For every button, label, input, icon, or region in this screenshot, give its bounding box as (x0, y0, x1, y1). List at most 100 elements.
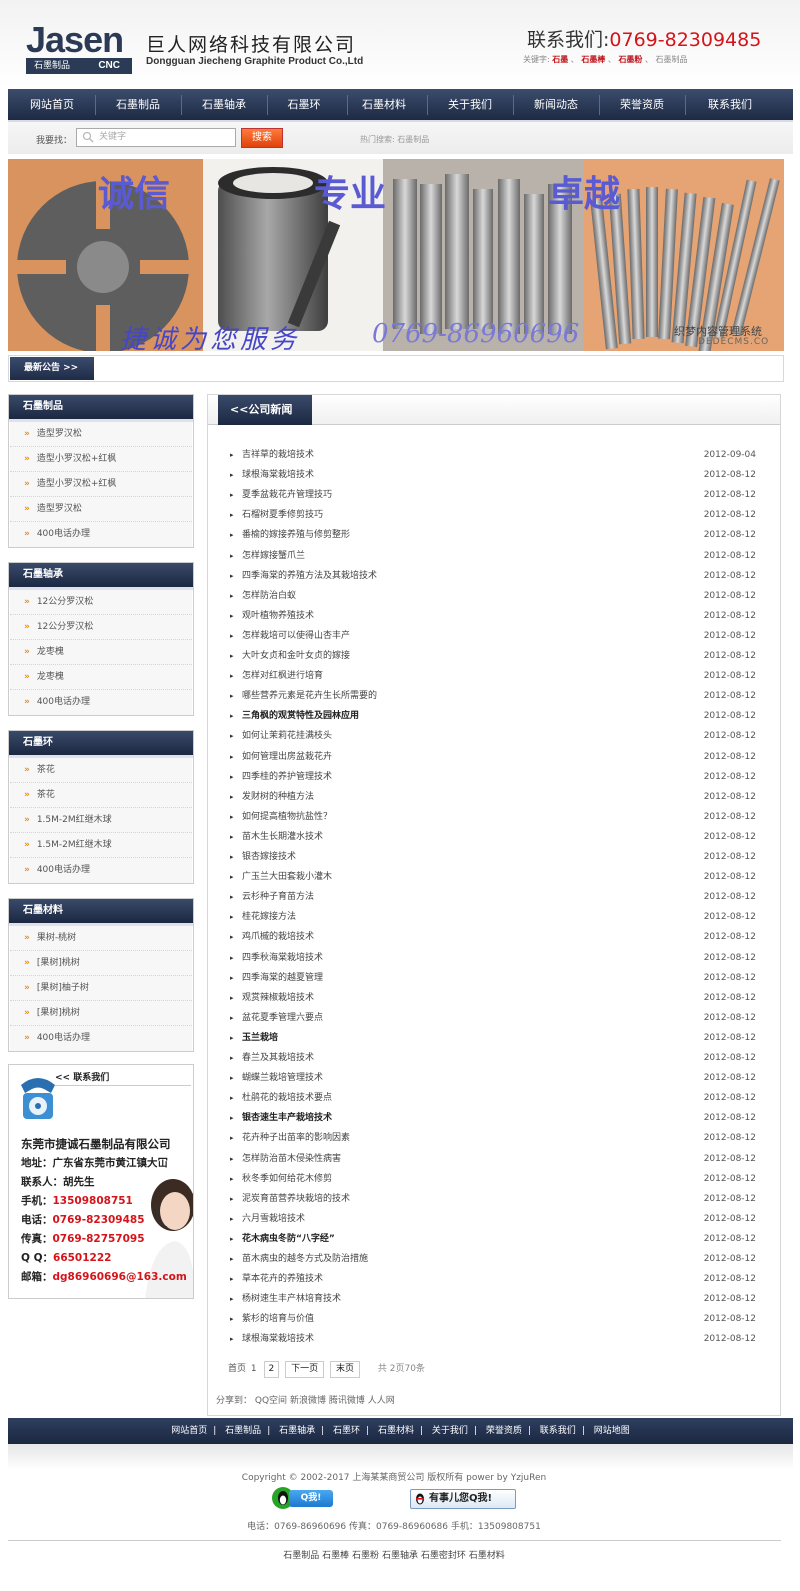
nav-graphite-materials[interactable]: 石墨材料 (348, 89, 420, 122)
nav-honors[interactable]: 荣誉资质 (606, 89, 678, 122)
news-row[interactable]: ▸ 花卉种子出苗率的影响因素 2012-08-12 (229, 1128, 756, 1148)
news-row[interactable]: ▸ 番榆的嫁接养殖与修剪整形 2012-08-12 (229, 525, 756, 545)
search-input[interactable]: 关键字 (76, 128, 236, 147)
news-row[interactable]: ▸ 杨树速生丰产林培育技术 2012-08-12 (229, 1289, 756, 1309)
news-title[interactable]: 怎样防治苗木侵染性病害 (242, 1149, 341, 1169)
news-row[interactable]: ▸ 花木病虫冬防“八字经” 2012-08-12 (229, 1229, 756, 1249)
sidebar-item[interactable]: » 1.5M-2M红继木球 (10, 808, 192, 833)
news-row[interactable]: ▸ 四季海棠的养殖方法及其栽培技术 2012-08-12 (229, 566, 756, 586)
nav-news[interactable]: 新闻动态 (520, 89, 592, 122)
news-title[interactable]: 盆花夏季管理六要点 (242, 1008, 323, 1028)
nav-graphite-bearings[interactable]: 石墨轴承 (188, 89, 260, 122)
news-title[interactable]: 怎样防治白蚁 (242, 586, 296, 606)
nav-home[interactable]: 网站首页 (16, 89, 88, 122)
news-row[interactable]: ▸ 广玉兰大田套栽小灌木 2012-08-12 (229, 867, 756, 887)
news-row[interactable]: ▸ 秋冬季如何给花木修剪 2012-08-12 (229, 1169, 756, 1189)
pager-page-2[interactable]: 2 (263, 1361, 280, 1378)
news-title[interactable]: 怎样嫁接蟹爪兰 (242, 546, 305, 566)
news-title[interactable]: 秋冬季如何给花木修剪 (242, 1169, 332, 1189)
keyword-link[interactable]: 石墨棒 (581, 55, 605, 64)
news-title[interactable]: 石榴树夏季修剪技巧 (242, 505, 323, 525)
news-row[interactable]: ▸ 桂花嫁接方法 2012-08-12 (229, 907, 756, 927)
news-title[interactable]: 苗木病虫的越冬方式及防治措施 (242, 1249, 368, 1269)
news-row[interactable]: ▸ 怎样防治白蚁 2012-08-12 (229, 586, 756, 606)
footer-link[interactable]: 石墨粉 (352, 1551, 379, 1561)
news-row[interactable]: ▸ 草本花卉的养殖技术 2012-08-12 (229, 1269, 756, 1289)
news-row[interactable]: ▸ 大叶女贞和金叶女贞的嫁接 2012-08-12 (229, 646, 756, 666)
footer-nav-contact[interactable]: 联系我们 (540, 1426, 576, 1436)
sidebar-box-title[interactable]: 石墨材料 (9, 899, 193, 926)
news-row[interactable]: ▸ 夏季盆栽花卉管理技巧 2012-08-12 (229, 485, 756, 505)
sidebar-item[interactable]: » 造型罗汉松 (10, 422, 192, 447)
news-title[interactable]: 观赏辣椒栽培技术 (242, 988, 314, 1008)
footer-nav-graphite-materials[interactable]: 石墨材料 (378, 1426, 414, 1436)
sidebar-box-title[interactable]: 石墨环 (9, 731, 193, 758)
share-qzone[interactable]: QQ空间 (255, 1396, 287, 1406)
share-sina-weibo[interactable]: 新浪微博 (290, 1396, 326, 1406)
sidebar-item[interactable]: » [果树]桃树 (10, 951, 192, 976)
nav-contact[interactable]: 联系我们 (694, 89, 766, 122)
news-title[interactable]: 哪些营养元素是花卉生长所需要的 (242, 686, 377, 706)
sidebar-item[interactable]: » 12公分罗汉松 (10, 590, 192, 615)
news-title[interactable]: 鸡爪槭的栽培技术 (242, 927, 314, 947)
banner[interactable]: 诚信 专业 卓越 捷诚为您服务 0769-86960696 织梦内容管理系统 D… (8, 159, 784, 351)
footer-nav-about[interactable]: 关于我们 (432, 1426, 468, 1436)
news-row[interactable]: ▸ 紫杉的培育与价值 2012-08-12 (229, 1309, 756, 1329)
share-tencent-weibo[interactable]: 腾讯微博 (329, 1396, 365, 1406)
sidebar-item[interactable]: » 400电话办理 (10, 690, 192, 715)
news-title[interactable]: 球根海棠栽培技术 (242, 1329, 314, 1349)
news-title[interactable]: 观叶植物养殖技术 (242, 606, 314, 626)
qq-chat-button[interactable]: Q我! (271, 1486, 333, 1510)
sidebar-item[interactable]: » 造型小罗汉松+红枫 (10, 447, 192, 472)
news-title[interactable]: 四季秋海棠栽培技术 (242, 948, 323, 968)
sidebar-box-title[interactable]: 石墨轴承 (9, 563, 193, 590)
footer-nav-home[interactable]: 网站首页 (171, 1426, 207, 1436)
news-title[interactable]: 杨树速生丰产林培育技术 (242, 1289, 341, 1309)
news-title[interactable]: 蝴蝶兰栽培管理技术 (242, 1068, 323, 1088)
news-title[interactable]: 玉兰栽培 (242, 1028, 278, 1048)
news-title[interactable]: 如何管理出房盆栽花卉 (242, 747, 332, 767)
notice-label[interactable]: 最新公告 >> (10, 357, 94, 380)
news-row[interactable]: ▸ 怎样对红枫进行培育 2012-08-12 (229, 666, 756, 686)
footer-nav-honors[interactable]: 荣誉资质 (486, 1426, 522, 1436)
news-title[interactable]: 广玉兰大田套栽小灌木 (242, 867, 332, 887)
search-button[interactable]: 搜索 (241, 128, 283, 148)
sidebar-item[interactable]: » [果树]柚子树 (10, 976, 192, 1001)
news-row[interactable]: ▸ 六月雪栽培技术 2012-08-12 (229, 1209, 756, 1229)
news-title[interactable]: 苗木生长期灌水技术 (242, 827, 323, 847)
news-title[interactable]: 银杏速生丰产栽培技术 (242, 1108, 332, 1128)
news-title[interactable]: 杜鹃花的栽培技术要点 (242, 1088, 332, 1108)
news-row[interactable]: ▸ 石榴树夏季修剪技巧 2012-08-12 (229, 505, 756, 525)
tab-company-news[interactable]: <<公司新闻 (218, 395, 312, 425)
news-title[interactable]: 紫杉的培育与价值 (242, 1309, 314, 1329)
news-title[interactable]: 春兰及其栽培技术 (242, 1048, 314, 1068)
news-row[interactable]: ▸ 苗木病虫的越冬方式及防治措施 2012-08-12 (229, 1249, 756, 1269)
nav-about[interactable]: 关于我们 (434, 89, 506, 122)
news-row[interactable]: ▸ 云杉种子育苗方法 2012-08-12 (229, 887, 756, 907)
news-title[interactable]: 如何让茉莉花挂满枝头 (242, 726, 332, 746)
footer-nav-graphite-bearings[interactable]: 石墨轴承 (279, 1426, 315, 1436)
sidebar-item[interactable]: » 造型小罗汉松+红枫 (10, 472, 192, 497)
news-row[interactable]: ▸ 球根海棠栽培技术 2012-08-12 (229, 465, 756, 485)
news-title[interactable]: 发财树的种植方法 (242, 787, 314, 807)
news-title[interactable]: 泥炭育苗营养块栽培的技术 (242, 1189, 350, 1209)
news-row[interactable]: ▸ 银杏嫁接技术 2012-08-12 (229, 847, 756, 867)
share-renren[interactable]: 人人网 (368, 1396, 395, 1406)
news-title[interactable]: 四季海棠的越夏管理 (242, 968, 323, 988)
footer-link[interactable]: 石墨材料 (469, 1551, 505, 1561)
sidebar-item[interactable]: » 茶花 (10, 783, 192, 808)
logo-text[interactable]: Jasen (26, 22, 124, 58)
news-row[interactable]: ▸ 三角枫的观赏特性及园林应用 2012-08-12 (229, 706, 756, 726)
news-row[interactable]: ▸ 怎样栽培可以使得山杏丰产 2012-08-12 (229, 626, 756, 646)
news-row[interactable]: ▸ 四季秋海棠栽培技术 2012-08-12 (229, 948, 756, 968)
sidebar-item[interactable]: » 龙枣槐 (10, 640, 192, 665)
news-title[interactable]: 吉祥草的栽培技术 (242, 445, 314, 465)
sidebar-item[interactable]: » 龙枣槐 (10, 665, 192, 690)
sidebar-item[interactable]: » 400电话办理 (10, 1026, 192, 1051)
sidebar-item[interactable]: » 400电话办理 (10, 522, 192, 547)
sidebar-item[interactable]: » 茶花 (10, 758, 192, 783)
news-row[interactable]: ▸ 鸡爪槭的栽培技术 2012-08-12 (229, 927, 756, 947)
qq-message-button[interactable]: 有事儿您Q我! (410, 1489, 516, 1509)
news-row[interactable]: ▸ 春兰及其栽培技术 2012-08-12 (229, 1048, 756, 1068)
sidebar-item[interactable]: » 400电话办理 (10, 858, 192, 883)
